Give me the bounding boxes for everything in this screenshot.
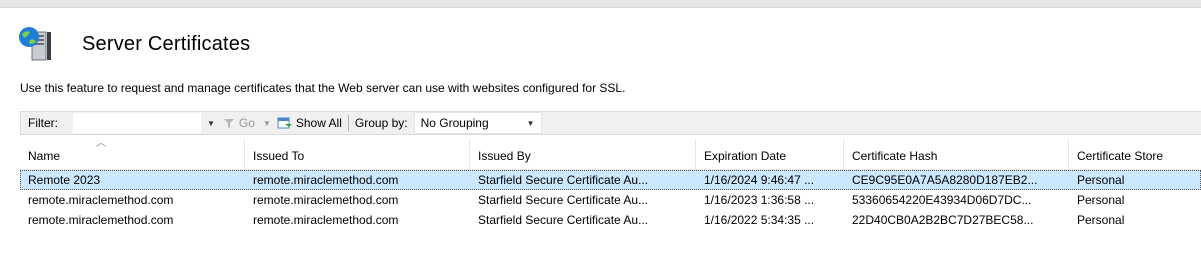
column-header-certificate-hash[interactable]: Certificate Hash <box>844 139 1069 169</box>
top-border <box>0 0 1201 8</box>
show-all-button[interactable]: Show All <box>277 116 342 130</box>
column-header-issued-to[interactable]: Issued To <box>245 139 470 169</box>
column-header-name[interactable]: Name ︿ <box>20 138 245 169</box>
table-header: Name ︿ Issued To Issued By Expiration Da… <box>20 138 1201 170</box>
go-icon <box>223 119 234 128</box>
cell-issued-to: remote.miraclemethod.com <box>253 173 399 187</box>
column-header-certificate-store[interactable]: Certificate Store <box>1069 139 1201 169</box>
toolbar-separator <box>347 115 349 131</box>
cell-issued-to: remote.miraclemethod.com <box>253 193 399 207</box>
filter-input[interactable] <box>73 113 201 133</box>
certificates-table: Name ︿ Issued To Issued By Expiration Da… <box>20 138 1201 230</box>
cell-certificate-store: Personal <box>1077 173 1125 187</box>
cell-issued-by: Starfield Secure Certificate Au... <box>478 213 649 227</box>
cell-issued-by: Starfield Secure Certificate Au... <box>478 193 649 207</box>
cell-expiration-date: 1/16/2023 1:36:58 ... <box>704 193 815 207</box>
cell-issued-by: Starfield Secure Certificate Au... <box>478 173 649 187</box>
show-all-label: Show All <box>295 116 342 130</box>
page-description: Use this feature to request and manage c… <box>20 81 626 95</box>
show-all-icon <box>277 117 292 129</box>
cell-issued-to: remote.miraclemethod.com <box>253 213 399 227</box>
cell-name: remote.miraclemethod.com <box>28 213 174 227</box>
filter-label: Filter: <box>28 116 58 130</box>
cell-expiration-date: 1/16/2024 9:46:47 ... <box>704 173 815 187</box>
table-row[interactable]: remote.miraclemethod.com remote.miraclem… <box>20 190 1201 210</box>
cell-name: remote.miraclemethod.com <box>28 193 174 207</box>
table-row[interactable]: Remote 2023 remote.miraclemethod.com Sta… <box>20 170 1201 190</box>
group-by-value: No Grouping <box>420 116 489 130</box>
group-by-label: Group by: <box>354 116 408 130</box>
cell-certificate-store: Personal <box>1077 193 1125 207</box>
cell-certificate-store: Personal <box>1077 213 1125 227</box>
group-by-select[interactable]: No Grouping ▼ <box>413 112 542 134</box>
dropdown-caret-icon: ▼ <box>526 118 535 128</box>
cell-certificate-hash: 22D40CB0A2B2BC7D27BEC58... <box>852 213 1034 227</box>
column-header-expiration-date[interactable]: Expiration Date <box>696 139 844 169</box>
cell-certificate-hash: 53360654220E43934D06D7DC... <box>852 193 1032 207</box>
page-header: Server Certificates <box>18 24 250 64</box>
filter-dropdown-caret-icon[interactable]: ▼ <box>207 119 215 128</box>
filter-toolbar: Filter: ▼ Go ▼ Show All Group by: No Gro… <box>20 111 1201 135</box>
server-certificates-icon <box>18 26 58 62</box>
table-row[interactable]: remote.miraclemethod.com remote.miraclem… <box>20 210 1201 230</box>
column-header-issued-by[interactable]: Issued By <box>470 139 696 169</box>
go-dropdown-caret-icon[interactable]: ▼ <box>263 119 271 128</box>
cell-certificate-hash: CE9C95E0A7A5A8280D187EB2... <box>852 173 1038 187</box>
cell-expiration-date: 1/16/2022 5:34:35 ... <box>704 213 815 227</box>
go-button[interactable]: Go ▼ <box>223 116 271 130</box>
sort-ascending-icon: ︿ <box>96 138 106 149</box>
cell-name: Remote 2023 <box>28 173 101 187</box>
page-title: Server Certificates <box>82 32 251 55</box>
go-label: Go <box>238 116 255 130</box>
